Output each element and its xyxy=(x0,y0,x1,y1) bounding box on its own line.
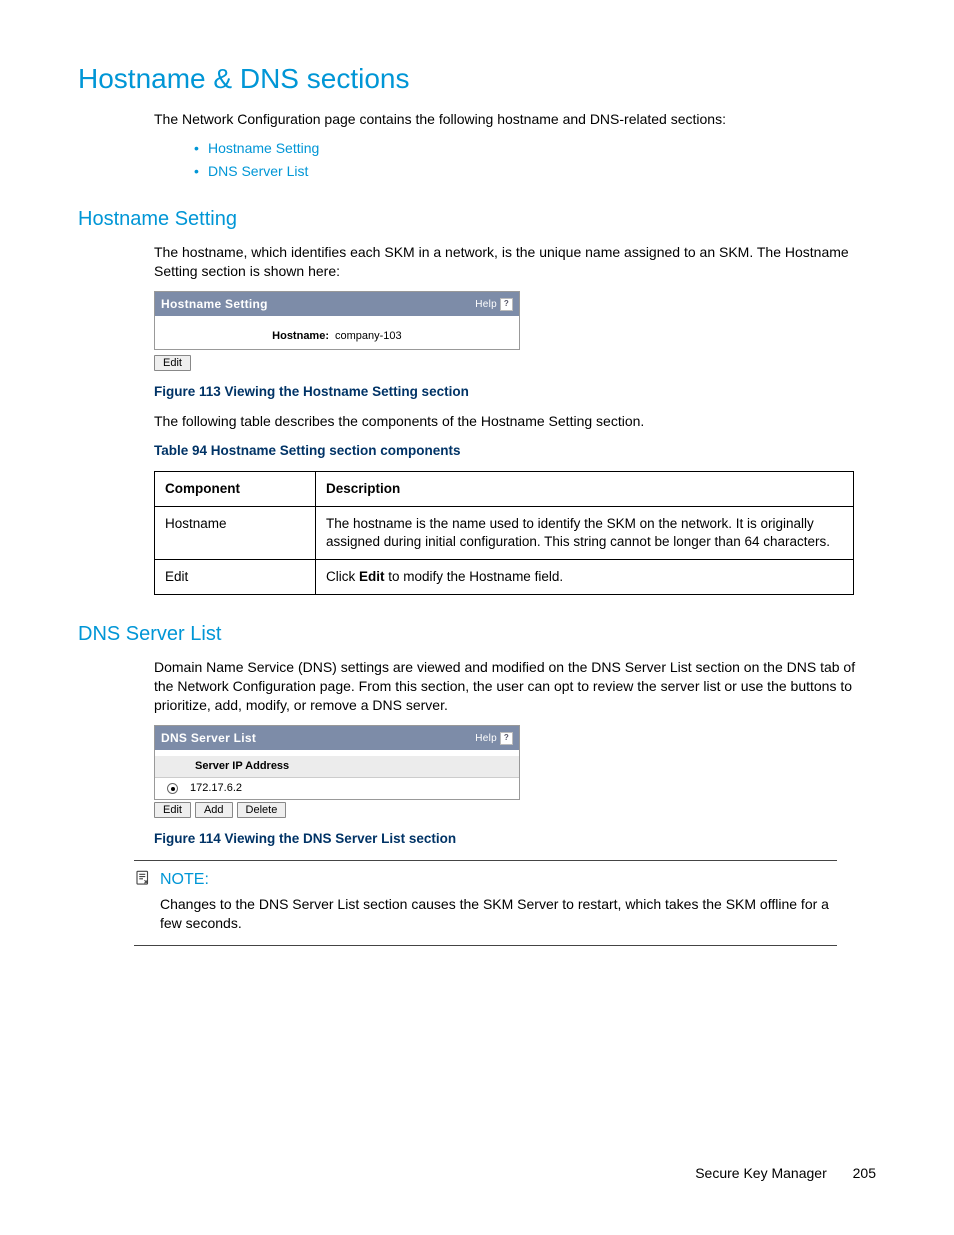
hostname-setting-panel: Hostname Setting Help ? Hostname: compan… xyxy=(154,291,520,350)
panel-header: DNS Server List Help ? xyxy=(155,726,519,750)
subsection-dns-server-list: DNS Server List xyxy=(78,621,876,648)
td-description: The hostname is the name used to identif… xyxy=(316,506,854,559)
page-title: Hostname & DNS sections xyxy=(78,60,876,98)
note-block: NOTE: Changes to the DNS Server List sec… xyxy=(134,869,876,932)
footer-page-number: 205 xyxy=(853,1165,876,1181)
add-button[interactable]: Add xyxy=(195,802,233,818)
td-component: Edit xyxy=(155,560,316,595)
footer-doc-title: Secure Key Manager xyxy=(695,1165,827,1181)
hostname-components-table: Component Description Hostname The hostn… xyxy=(154,471,854,596)
edit-button[interactable]: Edit xyxy=(154,355,191,371)
help-link[interactable]: Help ? xyxy=(475,732,513,746)
th-description: Description xyxy=(316,471,854,506)
note-rule-bottom xyxy=(134,945,837,946)
hostname-para2: The following table describes the compon… xyxy=(154,412,876,431)
panel-title: DNS Server List xyxy=(161,730,256,746)
link-dns-server-list[interactable]: DNS Server List xyxy=(208,163,308,179)
table-row: Edit Click Edit to modify the Hostname f… xyxy=(155,560,854,595)
link-hostname-setting[interactable]: Hostname Setting xyxy=(208,140,319,156)
hostname-row: Hostname: company-103 xyxy=(159,326,515,347)
list-item: •DNS Server List xyxy=(194,162,876,181)
figure-113-caption: Figure 113 Viewing the Hostname Setting … xyxy=(154,383,876,401)
page-footer: Secure Key Manager 205 xyxy=(695,1164,876,1183)
help-icon: ? xyxy=(500,732,513,745)
dns-server-ip: 172.17.6.2 xyxy=(190,781,242,796)
intro-bullet-list: •Hostname Setting •DNS Server List xyxy=(154,139,876,181)
list-item: •Hostname Setting xyxy=(194,139,876,158)
note-text: Changes to the DNS Server List section c… xyxy=(160,895,840,933)
hostname-label: Hostname: xyxy=(159,329,335,344)
note-icon xyxy=(134,869,152,887)
hostname-value: company-103 xyxy=(335,329,402,344)
dns-para: Domain Name Service (DNS) settings are v… xyxy=(154,658,876,715)
help-icon: ? xyxy=(500,298,513,311)
hostname-para: The hostname, which identifies each SKM … xyxy=(154,243,876,281)
panel-title: Hostname Setting xyxy=(161,296,268,312)
subsection-hostname-setting: Hostname Setting xyxy=(78,206,876,233)
td-description: Click Edit to modify the Hostname field. xyxy=(316,560,854,595)
intro-paragraph: The Network Configuration page contains … xyxy=(154,110,876,129)
delete-button[interactable]: Delete xyxy=(237,802,287,818)
dns-column-header: Server IP Address xyxy=(155,756,519,778)
figure-114-caption: Figure 114 Viewing the DNS Server List s… xyxy=(154,830,876,848)
help-label: Help xyxy=(475,298,497,312)
note-rule-top xyxy=(134,860,837,861)
th-component: Component xyxy=(155,471,316,506)
table-row: Hostname The hostname is the name used t… xyxy=(155,506,854,559)
td-component: Hostname xyxy=(155,506,316,559)
table-94-caption: Table 94 Hostname Setting section compon… xyxy=(154,442,876,460)
edit-button[interactable]: Edit xyxy=(154,802,191,818)
help-link[interactable]: Help ? xyxy=(475,298,513,312)
note-label: NOTE: xyxy=(160,869,840,891)
dns-server-row[interactable]: 172.17.6.2 xyxy=(155,778,519,799)
radio-selected-icon[interactable] xyxy=(167,783,178,794)
help-label: Help xyxy=(475,732,497,746)
dns-server-list-panel: DNS Server List Help ? Server IP Address… xyxy=(154,725,520,800)
panel-header: Hostname Setting Help ? xyxy=(155,292,519,316)
table-header-row: Component Description xyxy=(155,471,854,506)
